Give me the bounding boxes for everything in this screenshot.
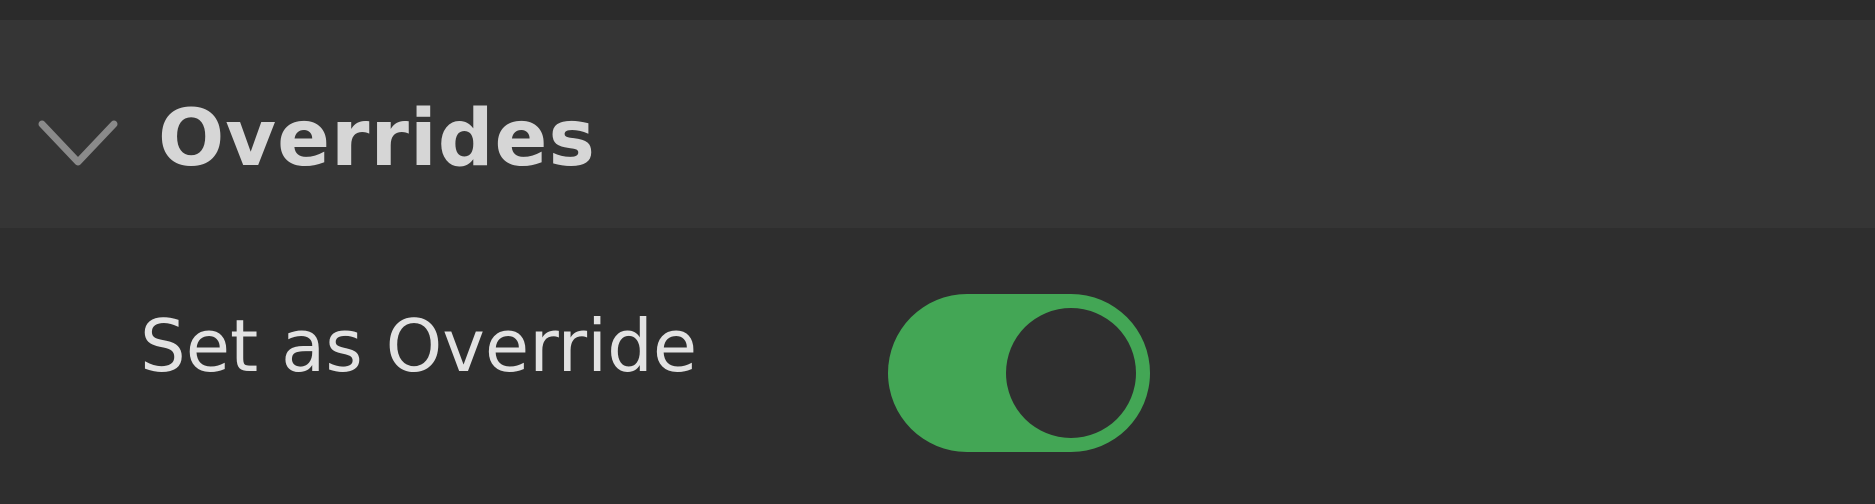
toggle-knob — [1006, 308, 1136, 438]
set-as-override-row: Set as Override — [0, 228, 1875, 504]
panel-top-divider — [0, 0, 1875, 20]
set-as-override-toggle[interactable] — [888, 294, 1150, 452]
properties-panel: Overrides Set as Override — [0, 0, 1875, 504]
chevron-down-icon[interactable] — [38, 116, 118, 176]
set-as-override-label: Set as Override — [140, 304, 698, 388]
overrides-section-header[interactable]: Overrides — [0, 20, 1875, 228]
section-title: Overrides — [158, 94, 596, 184]
